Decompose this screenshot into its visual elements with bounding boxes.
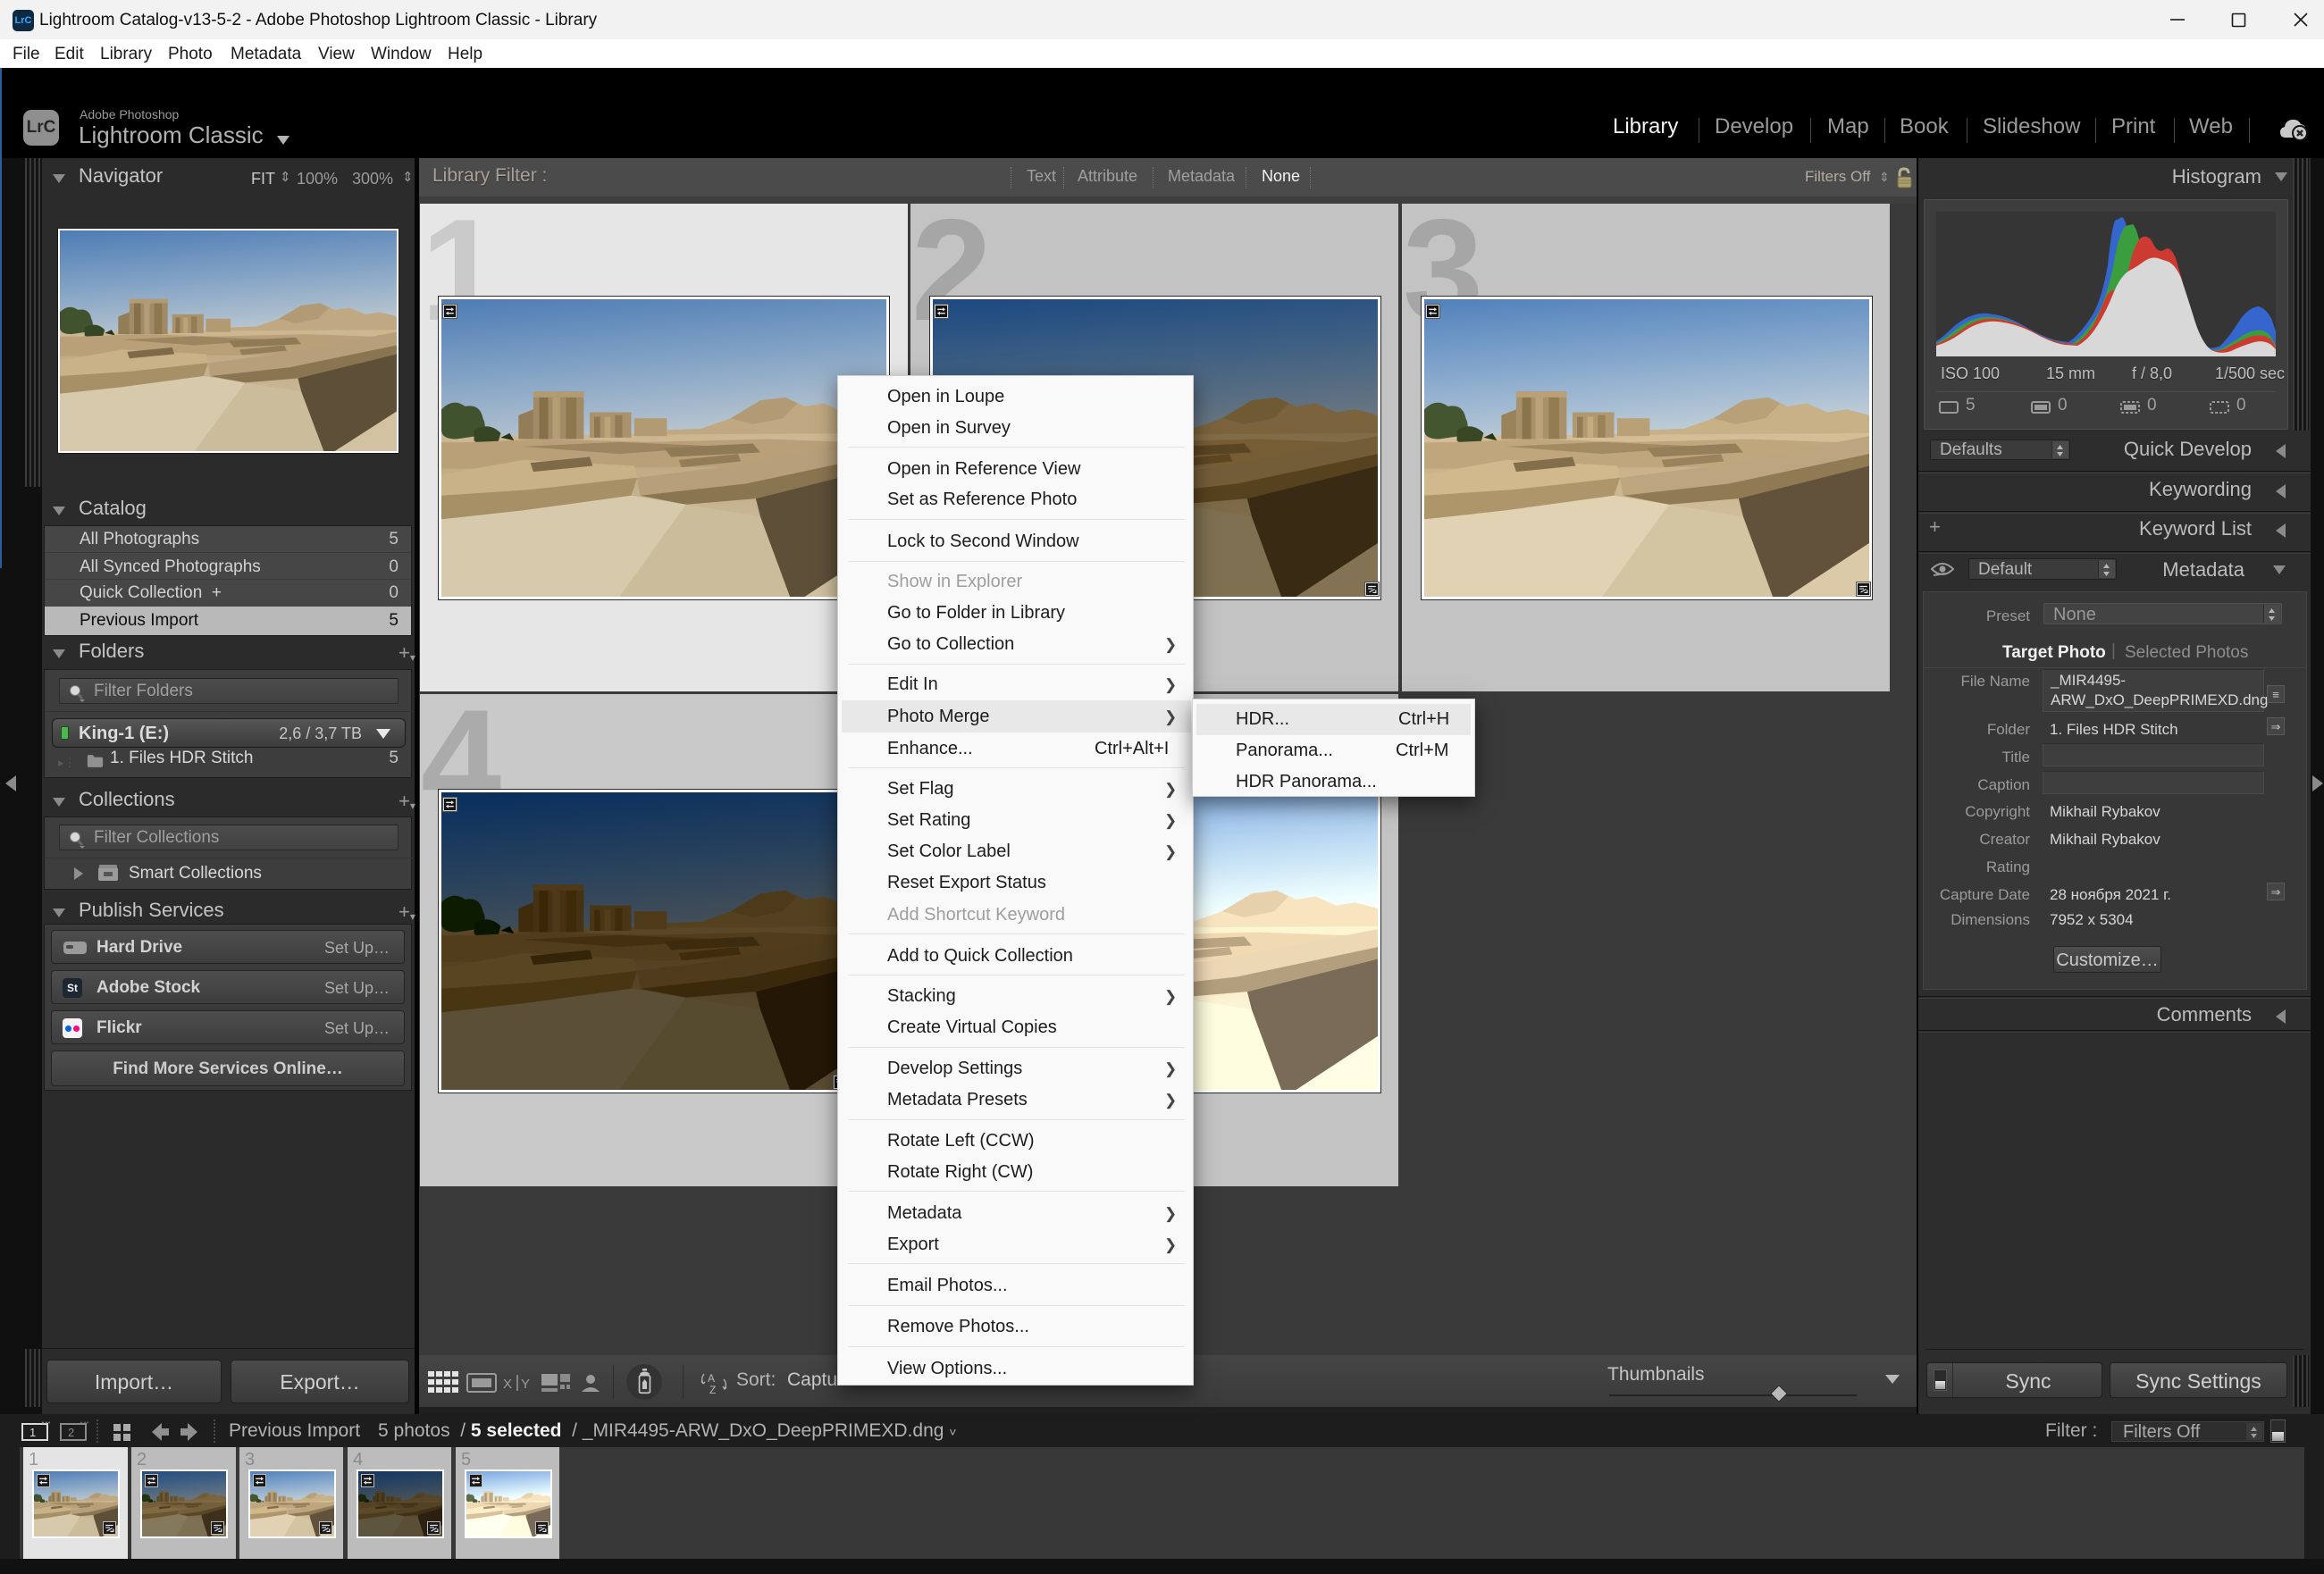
svg-text:Z: Z <box>709 1384 716 1395</box>
svg-text:A: A <box>708 1372 715 1385</box>
svg-text:Y: Y <box>521 1377 530 1392</box>
svg-text:2: 2 <box>68 1426 74 1439</box>
svg-text:1: 1 <box>29 1426 36 1439</box>
svg-text:X: X <box>503 1377 512 1392</box>
